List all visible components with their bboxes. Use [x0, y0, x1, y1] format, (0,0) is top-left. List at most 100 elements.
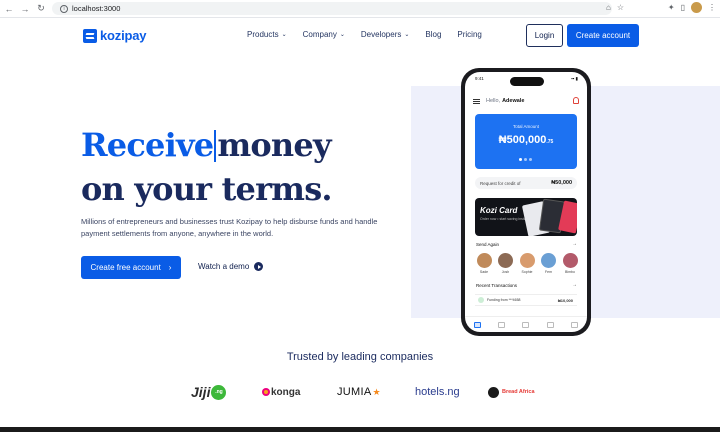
credit-label: Request for credit of: [480, 180, 521, 186]
logo-mark-icon: [83, 28, 97, 43]
hero-headline: Receive money: [81, 126, 332, 164]
contact: Fem: [540, 253, 558, 274]
transaction-row: Funding from ***4658 ₦10,000: [475, 294, 577, 306]
avatar: [498, 253, 513, 268]
menu-icon: [473, 98, 480, 104]
recent-transactions-title: Recent Transactions: [476, 283, 518, 288]
carousel-dots: [519, 158, 532, 161]
create-account-button[interactable]: Create account: [567, 24, 639, 47]
transaction-amount: ₦10,000: [557, 297, 573, 303]
user-name: Adewale: [502, 98, 525, 104]
kebab-menu-icon[interactable]: ⋮: [708, 3, 716, 12]
home-icon: [473, 321, 481, 328]
headline-rest: money: [217, 126, 331, 164]
balance-value: ₦500,000: [498, 134, 547, 146]
partner-logos: Jiji .ng konga JUMIA ★ hotels.ng Bread Afr…: [0, 383, 720, 401]
profile-avatar[interactable]: [691, 2, 702, 13]
extension-icon[interactable]: ⌂: [606, 3, 611, 12]
credit-request-row: Request for credit of ₦50,000: [475, 177, 577, 189]
phone-tab-bar: [465, 316, 587, 332]
sidepanel-icon[interactable]: ▯: [681, 3, 685, 12]
send-again-title: Send Again: [476, 242, 500, 247]
main-nav: Products ⌄ Company ⌄ Developers ⌄ Blog Pric…: [247, 30, 498, 39]
credit-amount: ₦50,000: [551, 180, 572, 186]
bread-mark-icon: [488, 386, 499, 398]
avatar: [519, 253, 535, 268]
logo-konga-text: konga: [271, 386, 301, 398]
forward-icon[interactable]: →: [18, 2, 32, 16]
watch-demo-label: Watch a demo: [198, 262, 250, 271]
nav-item-pricing[interactable]: Pricing: [457, 30, 481, 39]
nav-label: Blog: [425, 30, 442, 39]
bookmark-star-icon[interactable]: ☆: [617, 3, 624, 12]
balance-amount: ₦500,000.75: [475, 134, 577, 146]
konga-mark-icon: [262, 388, 270, 396]
contact-name: Fem: [545, 270, 552, 274]
stats-icon: [546, 321, 554, 328]
transaction-icon: [478, 297, 484, 303]
cta-label: Create free account: [90, 263, 161, 272]
url-text: localhost:3000: [72, 4, 121, 13]
app-header: Hello, Adewale: [473, 96, 579, 106]
logo[interactable]: kozipay: [83, 28, 146, 43]
chevron-down-icon: ⌄: [281, 32, 287, 38]
nav-item-blog[interactable]: Blog: [425, 30, 441, 39]
site-header: kozipay Products ⌄ Company ⌄ Developers ⌄ B…: [0, 22, 720, 50]
nav-label: Pricing: [457, 30, 482, 39]
arrow-right-icon: →: [572, 241, 577, 247]
nav-item-developers[interactable]: Developers ⌄: [361, 30, 410, 39]
puzzle-icon[interactable]: ✦: [668, 3, 675, 12]
dynamic-island: [510, 77, 544, 86]
contact: Bimbo: [561, 253, 579, 274]
logo-jumia: JUMIA ★: [337, 383, 381, 401]
wallet-icon: [522, 321, 530, 328]
bottom-edge: [0, 427, 720, 432]
browser-chrome: ← → ↻ i localhost:3000 ⌂ ☆ ✦ ▯ ⋮: [0, 0, 720, 18]
nav-item-company[interactable]: Company ⌄: [303, 30, 345, 39]
site-info-icon[interactable]: i: [60, 4, 68, 13]
kozi-card-banner: Kozi Card Order now • start saving insta…: [475, 198, 577, 236]
contact: Sophie: [518, 253, 536, 274]
logo-jiji-badge: .ng: [211, 384, 227, 400]
logo-jiji: Jiji .ng: [191, 383, 227, 401]
create-free-account-button[interactable]: Create free account ›: [81, 256, 181, 279]
transaction-label: Funding from ***4658: [487, 298, 521, 302]
address-bar[interactable]: i localhost:3000: [52, 2, 612, 15]
logo-konga: konga: [262, 383, 300, 401]
contact: Sade: [475, 253, 493, 274]
bell-icon: [573, 97, 579, 104]
back-icon[interactable]: ←: [2, 2, 16, 16]
avatar: [562, 253, 578, 268]
avatar: [476, 253, 492, 268]
nav-item-products[interactable]: Products ⌄: [247, 30, 287, 39]
arrow-right-icon: →: [572, 282, 577, 288]
login-button[interactable]: Login: [526, 24, 563, 47]
balance-kobo: .75: [546, 139, 554, 145]
logo-text: kozipay: [100, 28, 147, 43]
settings-icon: [571, 321, 579, 328]
chevron-right-icon: ›: [168, 263, 172, 272]
jumia-star-icon: ★: [372, 386, 381, 397]
contact-name: Josh: [501, 270, 510, 274]
typing-cursor: [214, 130, 217, 162]
watch-demo-link[interactable]: Watch a demo: [198, 262, 264, 271]
logo-jumia-text: JUMIA: [337, 386, 372, 398]
hero-headline-line2: on your terms.: [81, 170, 333, 208]
contact-name: Sophie: [521, 270, 533, 274]
chevron-down-icon: ⌄: [339, 32, 345, 38]
logo-bread-text: Bread Africa: [502, 389, 535, 395]
nav-label: Developers: [360, 30, 402, 39]
phone-mockup: 9:41 ▪▪ ▮ Hello, Adewale Total Amount ₦5…: [461, 68, 591, 336]
greeting: Hello,: [486, 98, 501, 104]
hero-subtitle: Millions of entrepreneurs and businesses…: [81, 217, 378, 238]
balance-card: Total Amount ₦500,000.75: [475, 114, 577, 169]
play-icon: [254, 262, 264, 271]
reload-icon[interactable]: ↻: [34, 2, 48, 16]
chevron-down-icon: ⌄: [404, 32, 410, 38]
trusted-title: Trusted by leading companies: [286, 351, 434, 363]
balance-label: Total Amount: [512, 124, 539, 129]
phone-screen: 9:41 ▪▪ ▮ Hello, Adewale Total Amount ₦5…: [465, 72, 587, 332]
logo-jiji-text: Jiji: [191, 384, 211, 400]
contact-name: Sade: [479, 270, 489, 274]
contacts-row: Sade Josh Sophie Fem Bimbo: [475, 253, 579, 274]
